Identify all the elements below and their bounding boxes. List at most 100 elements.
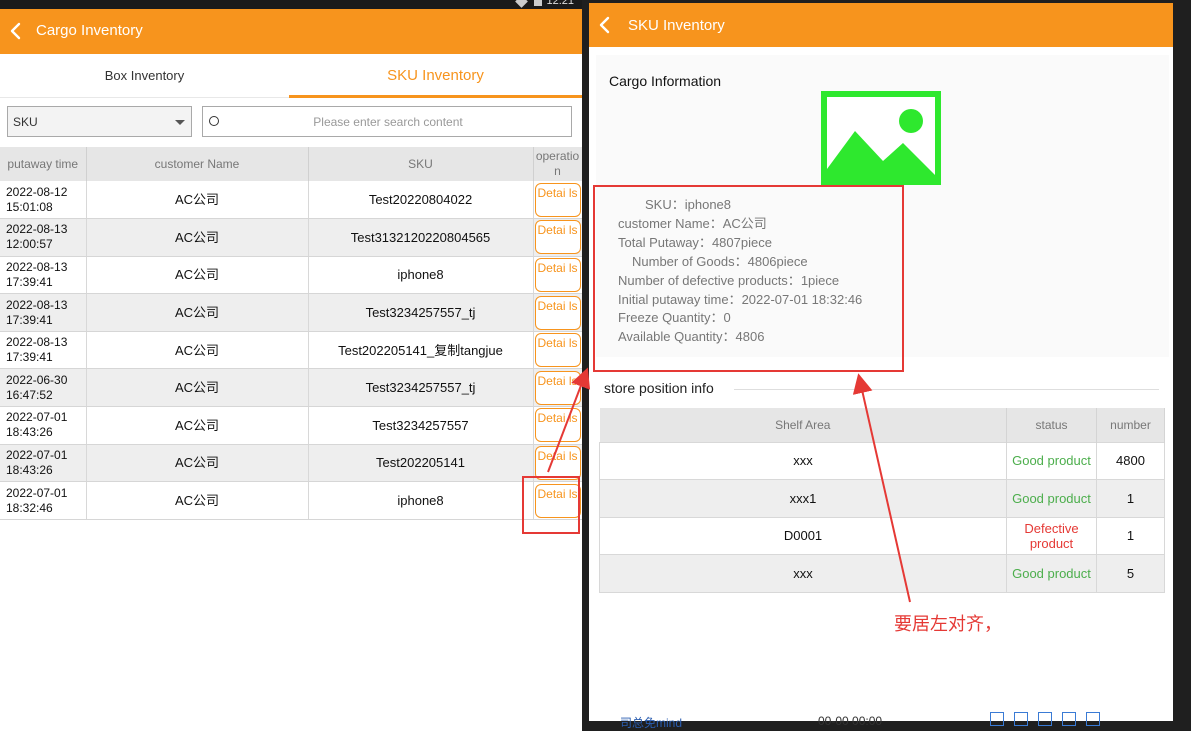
table-body: 2022-08-12 15:01:08 AC公司 Test20220804022 De… (0, 181, 582, 520)
cell-operation: Detai ls (533, 406, 582, 445)
cell-number: 1 (1096, 516, 1165, 555)
cargo-inventory-screen: 12:21 Cargo Inventory Box Inventory SKU … (0, 0, 582, 731)
cell-customer-name: AC公司 (86, 481, 309, 520)
background-peek-text: 司总免mind (620, 716, 683, 730)
back-arrow-icon[interactable] (595, 15, 615, 35)
col-putaway-time: putaway time (0, 147, 87, 181)
inventory-tabs: Box Inventory SKU Inventory (0, 54, 582, 98)
highlight-box-details (522, 476, 580, 534)
cell-shelf-area: xxx (599, 554, 1007, 593)
store-row: xxx1 Good product 1 (599, 479, 1165, 518)
cell-putaway-time: 2022-07-01 18:32:46 (0, 481, 87, 520)
cell-number: 4800 (1096, 441, 1165, 480)
store-table-body: xxx Good product 4800 xxx1 Good product 1 D000… (599, 441, 1165, 593)
details-button[interactable]: Detai ls (534, 295, 581, 330)
cell-putaway-time: 2022-08-13 12:00:57 (0, 218, 87, 257)
search-input[interactable]: Please enter search content (202, 106, 572, 137)
cell-operation: Detai ls (533, 181, 582, 220)
col-operation: operatio n (533, 147, 582, 181)
cell-operation: Detai ls (533, 368, 582, 408)
table-row: 2022-08-13 17:39:41 AC公司 Test202205141_复制t… (0, 331, 582, 370)
cell-putaway-time: 2022-07-01 18:43:26 (0, 406, 87, 445)
search-field-select[interactable]: SKU (7, 106, 192, 137)
share-icon (1062, 712, 1076, 726)
app-bar: Cargo Inventory (0, 9, 582, 54)
edit-icon (990, 712, 1004, 726)
cell-number: 5 (1096, 554, 1165, 593)
table-row: 2022-08-13 17:39:41 AC公司 iphone8 Detai ls (0, 256, 582, 295)
col-customer-name: customer Name (86, 147, 309, 181)
col-number: number (1096, 408, 1165, 442)
cell-sku: iphone8 (308, 481, 534, 520)
cell-shelf-area: D0001 (599, 516, 1007, 555)
cell-sku: Test3132120220804565 (308, 218, 534, 257)
image-placeholder-icon (821, 91, 941, 185)
cell-sku: Test3234257557_tj (308, 368, 534, 408)
tab-box-inventory[interactable]: Box Inventory (0, 54, 289, 98)
search-field-value: SKU (13, 115, 38, 129)
details-button[interactable]: Detai ls (534, 408, 581, 443)
cell-sku: iphone8 (308, 256, 534, 295)
section-divider (734, 389, 1159, 390)
cell-customer-name: AC公司 (86, 181, 309, 220)
cargo-info-heading: Cargo Information (609, 73, 722, 89)
cell-shelf-area: xxx (599, 441, 1007, 480)
cell-operation: Detai ls (533, 331, 582, 370)
chevron-down-icon (175, 120, 185, 125)
details-button[interactable]: Detai ls (534, 220, 581, 255)
details-button[interactable]: Detai ls (534, 333, 581, 368)
cell-customer-name: AC公司 (86, 293, 309, 332)
table-row: 2022-08-12 15:01:08 AC公司 Test20220804022 De… (0, 181, 582, 220)
cell-operation: Detai ls (533, 256, 582, 295)
table-header-row: putaway time customer Name SKU operatio … (0, 147, 582, 181)
store-position-heading: store position info (604, 380, 714, 396)
active-tab-indicator (289, 95, 582, 98)
cell-putaway-time: 2022-06-30 16:47:52 (0, 368, 87, 408)
cell-putaway-time: 2022-08-12 15:01:08 (0, 181, 87, 220)
col-status: status (1006, 408, 1097, 442)
store-row: xxx Good product 4800 (599, 441, 1165, 480)
cell-sku: Test3234257557_tj (308, 293, 534, 332)
cell-operation: Detai ls (533, 218, 582, 257)
store-header-row: Shelf Area status number (599, 408, 1165, 442)
back-arrow-icon[interactable] (6, 21, 26, 41)
screenshot-stage: 12:21 Cargo Inventory Box Inventory SKU … (0, 0, 1191, 731)
cell-putaway-time: 2022-08-13 17:39:41 (0, 331, 87, 370)
annotation-note: 要居左对齐， (894, 614, 1002, 635)
table-row: 2022-08-13 17:39:41 AC公司 Test3234257557_tj… (0, 293, 582, 332)
background-peek-time: 00-00 00:00 (818, 714, 883, 728)
cell-putaway-time: 2022-07-01 18:43:26 (0, 444, 87, 483)
battery-icon (534, 0, 542, 6)
table-row: 2022-08-13 12:00:57 AC公司 Test3132120220804… (0, 218, 582, 257)
clock: 12:21 (546, 0, 574, 7)
copy-icon (1086, 712, 1100, 726)
table-row: 2022-07-01 18:32:46 AC公司 iphone8 Detai ls (0, 481, 582, 520)
details-button[interactable]: Detai ls (534, 257, 581, 292)
cell-putaway-time: 2022-08-13 17:39:41 (0, 293, 87, 332)
cell-customer-name: AC公司 (86, 331, 309, 370)
store-position-table: Shelf Area status number xxx Good product… (599, 408, 1165, 593)
detail-page-title: SKU Inventory (628, 17, 725, 34)
details-button[interactable]: Detai ls (534, 182, 581, 217)
cell-status: Good product (1006, 479, 1097, 518)
signal-icon (515, 0, 528, 8)
search-placeholder: Please enter search content (313, 115, 463, 129)
cell-putaway-time: 2022-08-13 17:39:41 (0, 256, 87, 295)
details-button[interactable]: Detai ls (534, 445, 581, 480)
cell-operation: Detai ls (533, 293, 582, 332)
cell-sku: Test3234257557 (308, 406, 534, 445)
tab-sku-inventory-label: SKU Inventory (387, 67, 484, 84)
cell-status: Good product (1006, 554, 1097, 593)
cell-status: Good product (1006, 441, 1097, 480)
cell-customer-name: AC公司 (86, 218, 309, 257)
tab-sku-inventory[interactable]: SKU Inventory (289, 54, 582, 98)
details-button[interactable]: Detai ls (534, 370, 581, 405)
cell-number: 1 (1096, 479, 1165, 518)
cell-customer-name: AC公司 (86, 444, 309, 483)
cell-shelf-area: xxx1 (599, 479, 1007, 518)
cell-customer-name: AC公司 (86, 406, 309, 445)
upload-icon (1014, 712, 1028, 726)
page-title: Cargo Inventory (36, 22, 143, 39)
sku-inventory-table: putaway time customer Name SKU operatio … (0, 147, 582, 520)
highlight-box-cargo-info (593, 185, 904, 372)
